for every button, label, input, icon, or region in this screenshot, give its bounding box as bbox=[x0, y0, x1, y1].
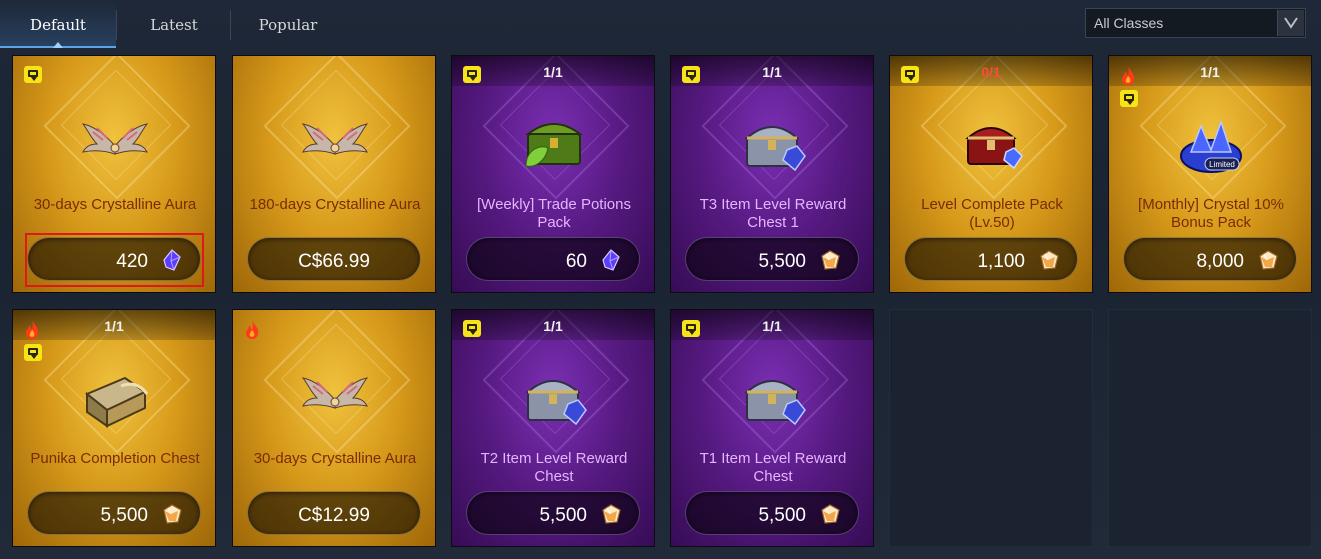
purchase-limit-bar: 1/1 bbox=[671, 310, 873, 340]
buy-button[interactable]: 420 bbox=[27, 237, 201, 281]
royal-crystal-icon bbox=[160, 248, 184, 272]
buy-button[interactable]: 60 bbox=[466, 237, 640, 281]
fire-icon bbox=[1119, 66, 1137, 86]
limited-tag: Limited bbox=[1209, 160, 1235, 169]
product-card[interactable]: 1/1 T2 Item Level Reward Chest 5,500 bbox=[451, 309, 655, 547]
buy-button[interactable]: C$12.99 bbox=[247, 491, 421, 535]
purchase-limit-bar: 1/1 bbox=[452, 56, 654, 86]
product-price: 8,000 bbox=[1196, 251, 1244, 272]
product-price: 5,500 bbox=[758, 251, 806, 272]
empty-product-slot bbox=[1108, 309, 1312, 547]
tab-default[interactable]: Default bbox=[0, 0, 116, 48]
product-price: 5,500 bbox=[539, 505, 587, 526]
tab-divider bbox=[230, 10, 231, 40]
purchase-limit-bar: 1/1 bbox=[13, 310, 215, 340]
buy-button[interactable]: 5,500 bbox=[685, 237, 859, 281]
product-price: 5,500 bbox=[100, 505, 148, 526]
purchase-limit: 1/1 bbox=[1200, 64, 1220, 80]
product-name: 180-days Crystalline Aura bbox=[249, 196, 421, 213]
product-card[interactable]: 1/1 T3 Item Level Reward Chest 1 5,500 bbox=[670, 55, 874, 293]
product-card[interactable]: 180-days Crystalline Aura C$66.99 bbox=[232, 55, 436, 293]
buy-button[interactable]: 5,500 bbox=[27, 491, 201, 535]
product-card[interactable]: 1/1 Punika Completion Chest 5,500 bbox=[12, 309, 216, 547]
crystal-pile-icon: Limited bbox=[1171, 104, 1251, 184]
royal-crystal-icon bbox=[599, 248, 623, 272]
class-filter-value: All Classes bbox=[1094, 15, 1164, 31]
purchase-limit: 1/1 bbox=[762, 318, 782, 334]
product-name: Level Complete Pack (Lv.50) bbox=[921, 196, 1063, 231]
tab-divider bbox=[116, 10, 117, 40]
silver-gem-icon bbox=[818, 502, 842, 526]
silver-chest-icon bbox=[733, 104, 813, 184]
product-name: T3 Item Level Reward Chest 1 bbox=[699, 196, 847, 231]
product-price: C$66.99 bbox=[298, 251, 370, 272]
wings-icon bbox=[75, 104, 155, 184]
buy-button[interactable]: 5,500 bbox=[685, 491, 859, 535]
product-name: T1 Item Level Reward Chest bbox=[699, 450, 847, 485]
product-price: 420 bbox=[116, 251, 148, 272]
product-card[interactable]: 30-days Crystalline Aura C$12.99 bbox=[232, 309, 436, 547]
chat-icon bbox=[463, 320, 481, 337]
product-name: Punika Completion Chest bbox=[30, 450, 200, 467]
chat-icon bbox=[901, 66, 919, 83]
purchase-limit: 0/1 bbox=[981, 64, 1001, 80]
silver-gem-icon bbox=[599, 502, 623, 526]
product-card[interactable]: 1/1 Limited [Monthly] Crystal 10% Bonus … bbox=[1108, 55, 1312, 293]
product-card[interactable]: 1/1 T1 Item Level Reward Chest 5,500 bbox=[670, 309, 874, 547]
silver-gem-icon bbox=[818, 248, 842, 272]
silver-chest-icon bbox=[733, 358, 813, 438]
silver-gem-icon bbox=[160, 502, 184, 526]
red-chest-icon bbox=[952, 104, 1032, 184]
product-name: [Weekly] Trade Potions Pack bbox=[477, 196, 631, 231]
silver-gem-icon bbox=[1256, 248, 1280, 272]
fire-icon bbox=[243, 320, 261, 340]
purchase-limit-bar: 1/1 bbox=[671, 56, 873, 86]
chat-icon bbox=[1120, 90, 1138, 107]
purchase-limit-bar: 1/1 bbox=[1109, 56, 1311, 86]
fire-icon bbox=[23, 320, 41, 340]
green-chest-icon bbox=[514, 104, 594, 184]
purchase-limit: 1/1 bbox=[762, 64, 782, 80]
purchase-limit-bar: 1/1 bbox=[452, 310, 654, 340]
chat-icon bbox=[463, 66, 481, 83]
product-price: 60 bbox=[565, 251, 587, 272]
product-price: 1,100 bbox=[977, 251, 1025, 272]
buy-button[interactable]: 8,000 bbox=[1123, 237, 1297, 281]
empty-product-slot bbox=[889, 309, 1093, 547]
product-name: [Monthly] Crystal 10% Bonus Pack bbox=[1138, 196, 1284, 231]
product-name: T2 Item Level Reward Chest bbox=[480, 450, 628, 485]
product-price: C$12.99 bbox=[298, 505, 370, 526]
buy-button[interactable]: 5,500 bbox=[466, 491, 640, 535]
silver-chest-icon bbox=[514, 358, 594, 438]
product-name: 30-days Crystalline Aura bbox=[253, 450, 417, 467]
chat-icon bbox=[24, 344, 42, 361]
purchase-limit: 1/1 bbox=[543, 318, 563, 334]
chat-icon bbox=[682, 320, 700, 337]
chat-icon bbox=[682, 66, 700, 83]
tab-latest[interactable]: Latest bbox=[118, 0, 230, 48]
product-price: 5,500 bbox=[758, 505, 806, 526]
chat-icon bbox=[24, 66, 42, 83]
buy-button[interactable]: C$66.99 bbox=[247, 237, 421, 281]
buy-button[interactable]: 1,100 bbox=[904, 237, 1078, 281]
purchase-limit: 1/1 bbox=[104, 318, 124, 334]
product-card[interactable]: 30-days Crystalline Aura 420 bbox=[12, 55, 216, 293]
purchase-limit: 1/1 bbox=[543, 64, 563, 80]
chevron-down-icon[interactable] bbox=[1277, 10, 1304, 36]
purchase-limit-bar: 0/1 bbox=[890, 56, 1092, 86]
wings-icon bbox=[295, 104, 375, 184]
product-card[interactable]: 1/1 [Weekly] Trade Potions Pack 60 bbox=[451, 55, 655, 293]
silver-gem-icon bbox=[1037, 248, 1061, 272]
tab-popular[interactable]: Popular bbox=[232, 0, 344, 48]
gold-chest-icon bbox=[75, 358, 155, 438]
product-card[interactable]: 0/1 Level Complete Pack (Lv.50) 1,100 bbox=[889, 55, 1093, 293]
wings-icon bbox=[295, 358, 375, 438]
product-name: 30-days Crystalline Aura bbox=[33, 196, 197, 213]
class-filter-dropdown[interactable]: All Classes bbox=[1085, 8, 1306, 38]
